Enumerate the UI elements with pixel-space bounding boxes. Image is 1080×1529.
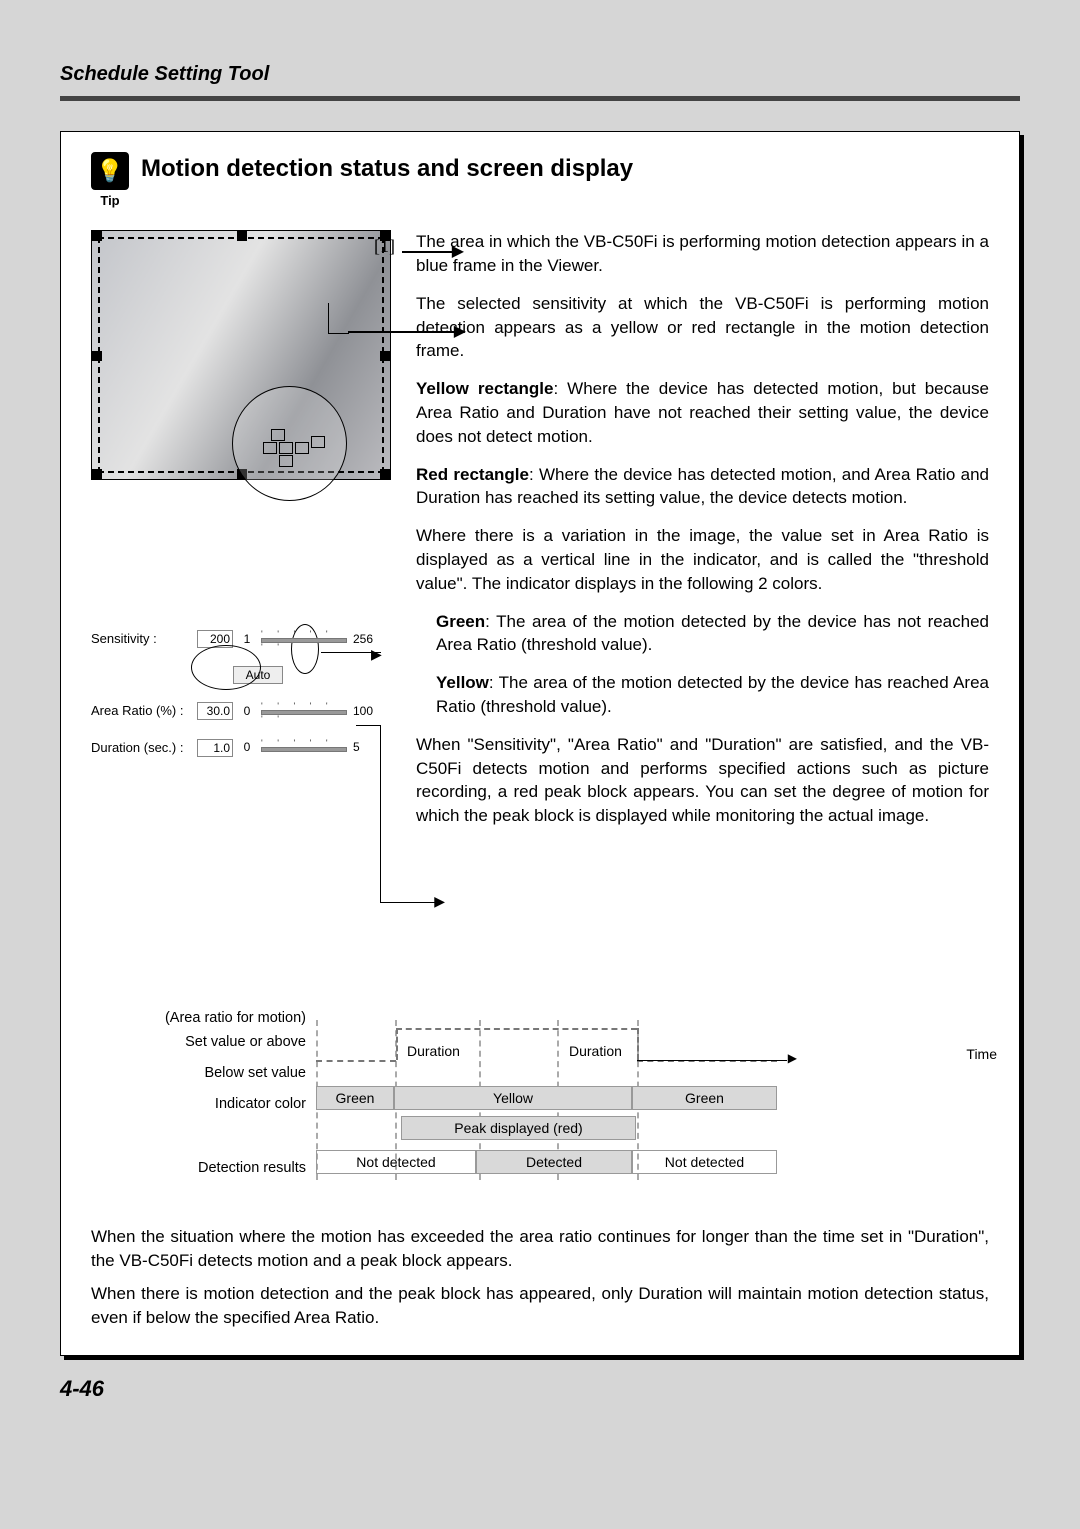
duration-label: Duration (sec.) : bbox=[91, 739, 191, 757]
callout-circle-icon bbox=[191, 645, 261, 690]
step-line bbox=[637, 1028, 639, 1060]
callout-one-label: [1] bbox=[374, 234, 395, 259]
handle-icon bbox=[380, 351, 390, 361]
seg-green: Green bbox=[316, 1086, 394, 1110]
time-arrow-icon bbox=[637, 1060, 787, 1061]
detection-cell bbox=[295, 442, 309, 454]
duration-row: Duration (sec.) : 1.0 0 ' ' ' ' ' 5 bbox=[91, 739, 381, 757]
indicator-row: Green Yellow Green bbox=[316, 1086, 989, 1110]
duration-value: 1.0 bbox=[197, 739, 233, 757]
sensitivity-min: 1 bbox=[239, 631, 255, 648]
para-viewer-frame: The area in which the VB-C50Fi is perfor… bbox=[416, 230, 989, 278]
para-rectangle-intro: The selected sensitivity at which the VB… bbox=[416, 292, 989, 363]
seg-not-detected2: Not detected bbox=[632, 1150, 777, 1174]
viewer-screenshot: [1] bbox=[91, 230, 391, 480]
title-row: 💡 Tip Motion detection status and screen… bbox=[91, 152, 989, 210]
two-column-layout: [1] ▶ Sensitivity : 200 1 ' ' ' ' ' ' ' … bbox=[91, 230, 989, 1005]
arrowhead-icon: ▶ bbox=[371, 645, 382, 665]
area-ratio-label: Area Ratio (%) : bbox=[91, 702, 191, 720]
callout-arrow-icon bbox=[402, 251, 452, 253]
step-line bbox=[316, 1060, 396, 1062]
seg-not-detected: Not detected bbox=[316, 1150, 476, 1174]
detection-cell bbox=[311, 436, 325, 448]
para-yellow2: Yellow: The area of the motion detected … bbox=[416, 671, 989, 719]
duration-max: 5 bbox=[353, 739, 381, 756]
area-ratio-min: 0 bbox=[239, 703, 255, 720]
area-ratio-max: 100 bbox=[353, 703, 381, 720]
callout-arrow-icon bbox=[348, 331, 454, 333]
diag-indicator-label: Indicator color bbox=[91, 1094, 306, 1114]
handle-icon bbox=[380, 469, 390, 479]
detection-cell bbox=[279, 455, 293, 467]
leader-arrow-icon bbox=[380, 902, 435, 903]
para-red-rect: Red rectangle: Where the device has dete… bbox=[416, 463, 989, 511]
green-text: : The area of the motion detected by the… bbox=[436, 612, 989, 655]
duration-callout: Duration bbox=[569, 1042, 622, 1062]
yellow-rect-label: Yellow rectangle bbox=[416, 379, 553, 398]
yellow2-label: Yellow bbox=[436, 673, 489, 692]
right-column: The area in which the VB-C50Fi is perfor… bbox=[416, 230, 989, 1005]
lightbulb-icon: 💡 bbox=[91, 152, 129, 190]
leader-line bbox=[356, 725, 381, 726]
seg-yellow: Yellow bbox=[394, 1086, 632, 1110]
seg-green2: Green bbox=[632, 1086, 777, 1110]
green-label: Green bbox=[436, 612, 485, 631]
seg-peak: Peak displayed (red) bbox=[401, 1116, 636, 1140]
duration-slider[interactable]: ' ' ' ' ' bbox=[261, 739, 347, 757]
sensitivity-label: Sensitivity : bbox=[91, 630, 191, 648]
header-divider bbox=[60, 96, 1020, 101]
para-threshold: Where there is a variation in the image,… bbox=[416, 524, 989, 595]
detection-cell bbox=[263, 442, 277, 454]
bottom-para-2: When there is motion detection and the p… bbox=[91, 1282, 989, 1330]
diag-set-above-label: Set value or above bbox=[91, 1032, 306, 1052]
step-line bbox=[396, 1028, 637, 1030]
content-panel: 💡 Tip Motion detection status and screen… bbox=[60, 131, 1020, 1356]
magnifier-circle-icon bbox=[232, 386, 347, 501]
left-column: [1] ▶ Sensitivity : 200 1 ' ' ' ' ' ' ' … bbox=[91, 230, 391, 1005]
detection-row: Not detected Detected Not detected bbox=[316, 1150, 989, 1174]
time-label: Time bbox=[966, 1045, 997, 1065]
timing-diagram: (Area ratio for motion) Set value or abo… bbox=[91, 1010, 989, 1215]
detection-cell bbox=[279, 442, 293, 454]
para-peak: When "Sensitivity", "Area Ratio" and "Du… bbox=[416, 733, 989, 828]
tip-label: Tip bbox=[91, 192, 129, 210]
slider-panel: ▶ Sensitivity : 200 1 ' ' ' ' ' ' ' 256 … bbox=[91, 630, 381, 1005]
bottom-para-1: When the situation where the motion has … bbox=[91, 1225, 989, 1273]
diag-below-set-label: Below set value bbox=[91, 1063, 306, 1083]
leader-line bbox=[380, 725, 381, 902]
handle-icon bbox=[237, 231, 247, 241]
yellow2-text: : The area of the motion detected by the… bbox=[436, 673, 989, 716]
handle-icon bbox=[92, 469, 102, 479]
area-ratio-value: 30.0 bbox=[197, 702, 233, 720]
para-green: Green: The area of the motion detected b… bbox=[416, 610, 989, 658]
tip-block: 💡 Tip bbox=[91, 152, 129, 210]
handle-icon bbox=[92, 231, 102, 241]
handle-icon bbox=[92, 351, 102, 361]
section-title: Motion detection status and screen displ… bbox=[141, 152, 633, 186]
area-ratio-slider[interactable]: ' ' ' ' ' ' ' bbox=[261, 702, 347, 720]
page-header: Schedule Setting Tool bbox=[60, 60, 1020, 88]
area-ratio-row: Area Ratio (%) : 30.0 0 ' ' ' ' ' ' ' 10… bbox=[91, 702, 381, 720]
diag-detection-label: Detection results bbox=[91, 1158, 306, 1178]
diag-area-ratio-label: (Area ratio for motion) bbox=[91, 1008, 306, 1028]
para-yellow-rect: Yellow rectangle: Where the device has d… bbox=[416, 377, 989, 448]
duration-callout: Duration bbox=[407, 1042, 460, 1062]
step-line bbox=[396, 1028, 398, 1060]
duration-min: 0 bbox=[239, 739, 255, 756]
seg-detected: Detected bbox=[476, 1150, 632, 1174]
sensitivity-slider[interactable]: ' ' ' ' ' ' ' bbox=[261, 630, 347, 648]
page-number: 4-46 bbox=[60, 1374, 1020, 1405]
detection-cell bbox=[271, 429, 285, 441]
red-rect-label: Red rectangle bbox=[416, 465, 529, 484]
peak-row: Peak displayed (red) bbox=[401, 1116, 636, 1140]
